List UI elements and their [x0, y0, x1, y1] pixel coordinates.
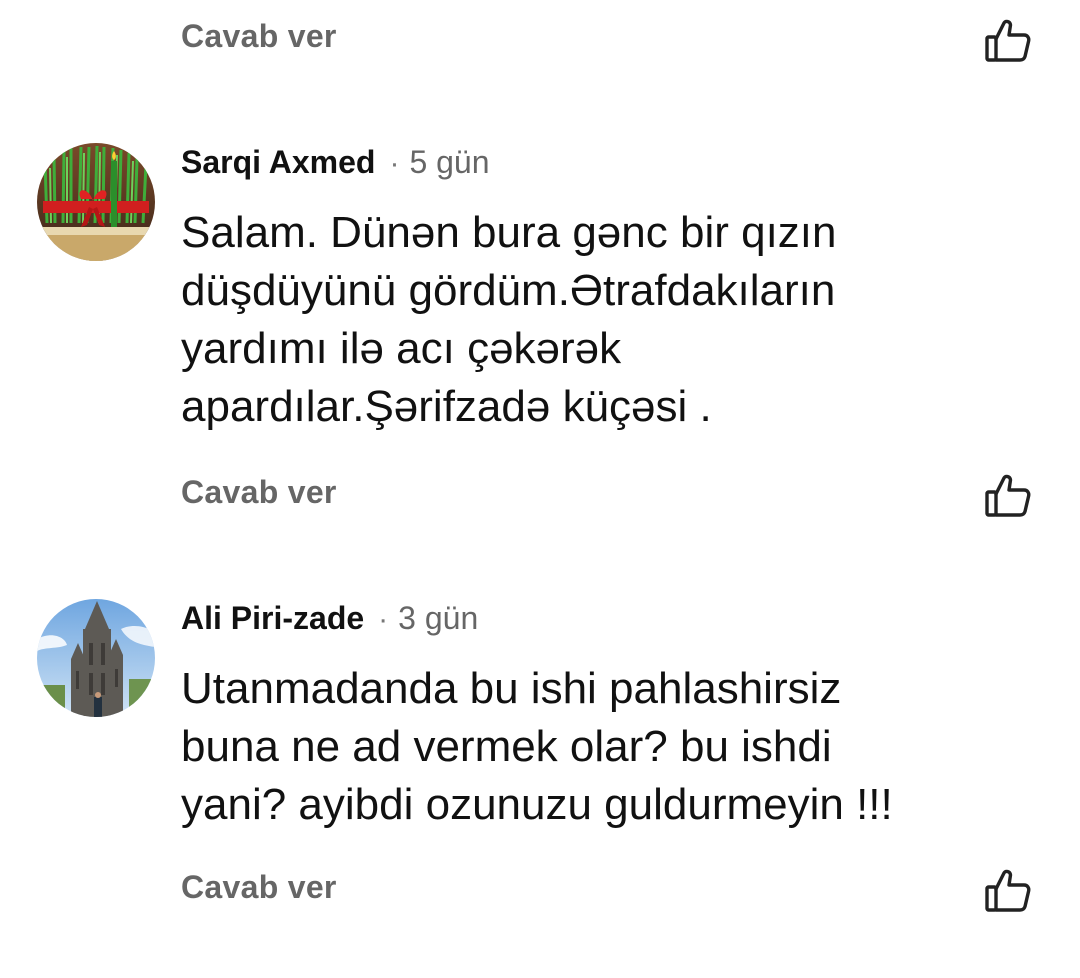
comment-line: buna ne ad vermek olar? bu ishdi: [181, 722, 832, 771]
comment-header: Ali Piri-zade · 3 gün: [181, 598, 478, 638]
comment-text: Salam. Dünən bura gənc bir qızın düşdüyü…: [181, 204, 1041, 436]
timestamp: 5 gün: [409, 144, 490, 180]
comment-header: Sarqi Axmed · 5 gün: [181, 142, 490, 182]
thumbs-up-icon[interactable]: [982, 472, 1032, 520]
comment-line: yani? ayibdi ozunuzu guldurmeyin !!!: [181, 780, 893, 829]
reply-button[interactable]: Cavab ver: [181, 474, 337, 511]
reply-button[interactable]: Cavab ver: [181, 869, 337, 906]
comment-line: Salam. Dünən bura gənc bir qızın: [181, 208, 837, 257]
author-name[interactable]: Ali Piri-zade: [181, 600, 364, 636]
avatar[interactable]: [37, 599, 155, 717]
timestamp: 3 gün: [398, 600, 479, 636]
avatar[interactable]: [37, 143, 155, 261]
separator-dot: ·: [389, 147, 400, 180]
comment-line: düşdüyünü gördüm.Ətrafdakıların: [181, 266, 836, 315]
comment-text: Utanmadanda bu ishi pahlashirsiz buna ne…: [181, 660, 1041, 834]
reply-button[interactable]: Cavab ver: [181, 18, 337, 55]
author-name[interactable]: Sarqi Axmed: [181, 144, 375, 180]
comment-line: Utanmadanda bu ishi pahlashirsiz: [181, 664, 842, 713]
comment-line: yardımı ilə acı çəkərək: [181, 324, 622, 373]
separator-dot: ·: [378, 603, 389, 636]
thumbs-up-icon[interactable]: [982, 17, 1032, 65]
thumbs-up-icon[interactable]: [982, 867, 1032, 915]
comment-line: apardılar.Şərifzadə küçəsi .: [181, 382, 712, 431]
